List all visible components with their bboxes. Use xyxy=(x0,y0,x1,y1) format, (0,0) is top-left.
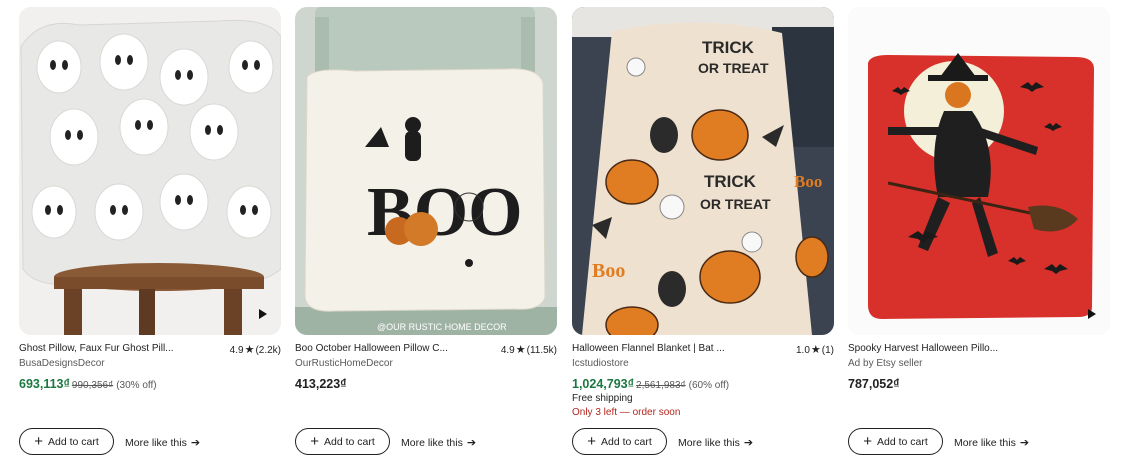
stock-warning: Only 3 left — order soon xyxy=(572,407,681,418)
product-title[interactable]: Halloween Flannel Blanket | Bat ... xyxy=(572,343,747,354)
rating: 1.0★(1) xyxy=(795,344,834,356)
play-icon[interactable] xyxy=(1088,309,1096,319)
price: 413,223₫ xyxy=(295,377,347,391)
blanket-text: OR TREAT xyxy=(698,60,769,76)
price-row: 693,113₫ 990,356₫ (30% off) xyxy=(19,375,157,393)
discount: (60% off) xyxy=(688,380,730,391)
star-icon: ★ xyxy=(810,344,821,356)
star-icon: ★ xyxy=(515,344,526,356)
product-card[interactable]: Ghost Pillow, Faux Fur Ghost Pill... 4.9… xyxy=(19,7,281,462)
product-card[interactable]: Spooky Harvest Halloween Pillo... Ad by … xyxy=(848,7,1110,462)
add-to-cart-button[interactable]: + Add to cart xyxy=(19,428,114,455)
arrow-right-icon: ➔ xyxy=(190,437,201,449)
product-card[interactable]: TRICK OR TREAT TRICK OR TREAT Boo Boo Ha… xyxy=(572,7,834,462)
ghost-pillow-image[interactable] xyxy=(19,7,281,335)
blanket-text: Boo xyxy=(794,172,822,191)
blanket-text: Boo xyxy=(592,260,625,282)
rating: 4.9★(11.5k) xyxy=(500,344,557,356)
halloween-blanket-image[interactable]: TRICK OR TREAT TRICK OR TREAT Boo Boo xyxy=(572,7,834,335)
arrow-right-icon: ➔ xyxy=(466,437,477,449)
plus-icon: + xyxy=(34,432,43,450)
sale-price: 1,024,793₫ xyxy=(572,377,635,391)
scarecrow-pillow-image[interactable] xyxy=(848,7,1110,335)
free-shipping: Free shipping xyxy=(572,393,633,404)
play-icon[interactable] xyxy=(259,309,267,319)
watermark: @OUR RUSTIC HOME DECOR xyxy=(377,322,507,332)
shop-name: BusaDesignsDecor xyxy=(19,358,105,369)
discount: (30% off) xyxy=(116,380,157,391)
original-price: 2,561,983₫ xyxy=(636,380,686,391)
arrow-right-icon: ➔ xyxy=(743,437,754,449)
product-card[interactable]: BOO @OUR RUSTIC HOME DECOR Boo October H… xyxy=(295,7,557,462)
original-price: 990,356₫ xyxy=(71,380,114,391)
plus-icon: + xyxy=(310,432,319,450)
price-row: 787,052₫ xyxy=(848,375,900,393)
add-to-cart-button[interactable]: + Add to cart xyxy=(848,428,943,455)
price-row: 413,223₫ xyxy=(295,375,347,393)
ad-label: Ad by Etsy seller xyxy=(848,358,923,369)
product-title[interactable]: Boo October Halloween Pillow C... xyxy=(295,343,470,354)
blanket-text: TRICK xyxy=(704,172,757,191)
more-like-this-link[interactable]: More like this ➔ xyxy=(954,436,1029,449)
sale-price: 693,113₫ xyxy=(19,377,70,391)
add-to-cart-button[interactable]: + Add to cart xyxy=(572,428,667,455)
product-title[interactable]: Spooky Harvest Halloween Pillo... xyxy=(848,343,1048,354)
boo-pillow-image[interactable]: BOO @OUR RUSTIC HOME DECOR xyxy=(295,7,557,335)
arrow-right-icon: ➔ xyxy=(1019,437,1030,449)
more-like-this-link[interactable]: More like this ➔ xyxy=(678,436,753,449)
add-to-cart-button[interactable]: + Add to cart xyxy=(295,428,390,455)
price: 787,052₫ xyxy=(848,377,900,391)
rating: 4.9★(2.2k) xyxy=(229,344,281,356)
blanket-text: OR TREAT xyxy=(700,196,771,212)
plus-icon: + xyxy=(863,432,872,450)
more-like-this-link[interactable]: More like this ➔ xyxy=(401,436,476,449)
shop-name: OurRusticHomeDecor xyxy=(295,358,393,369)
plus-icon: + xyxy=(587,432,596,450)
price-row: 1,024,793₫ 2,561,983₫ (60% off) xyxy=(572,375,729,393)
star-icon: ★ xyxy=(244,344,255,356)
blanket-text: TRICK xyxy=(702,38,755,57)
product-title[interactable]: Ghost Pillow, Faux Fur Ghost Pill... xyxy=(19,343,194,354)
more-like-this-link[interactable]: More like this ➔ xyxy=(125,436,200,449)
shop-name: Icstudiostore xyxy=(572,358,629,369)
